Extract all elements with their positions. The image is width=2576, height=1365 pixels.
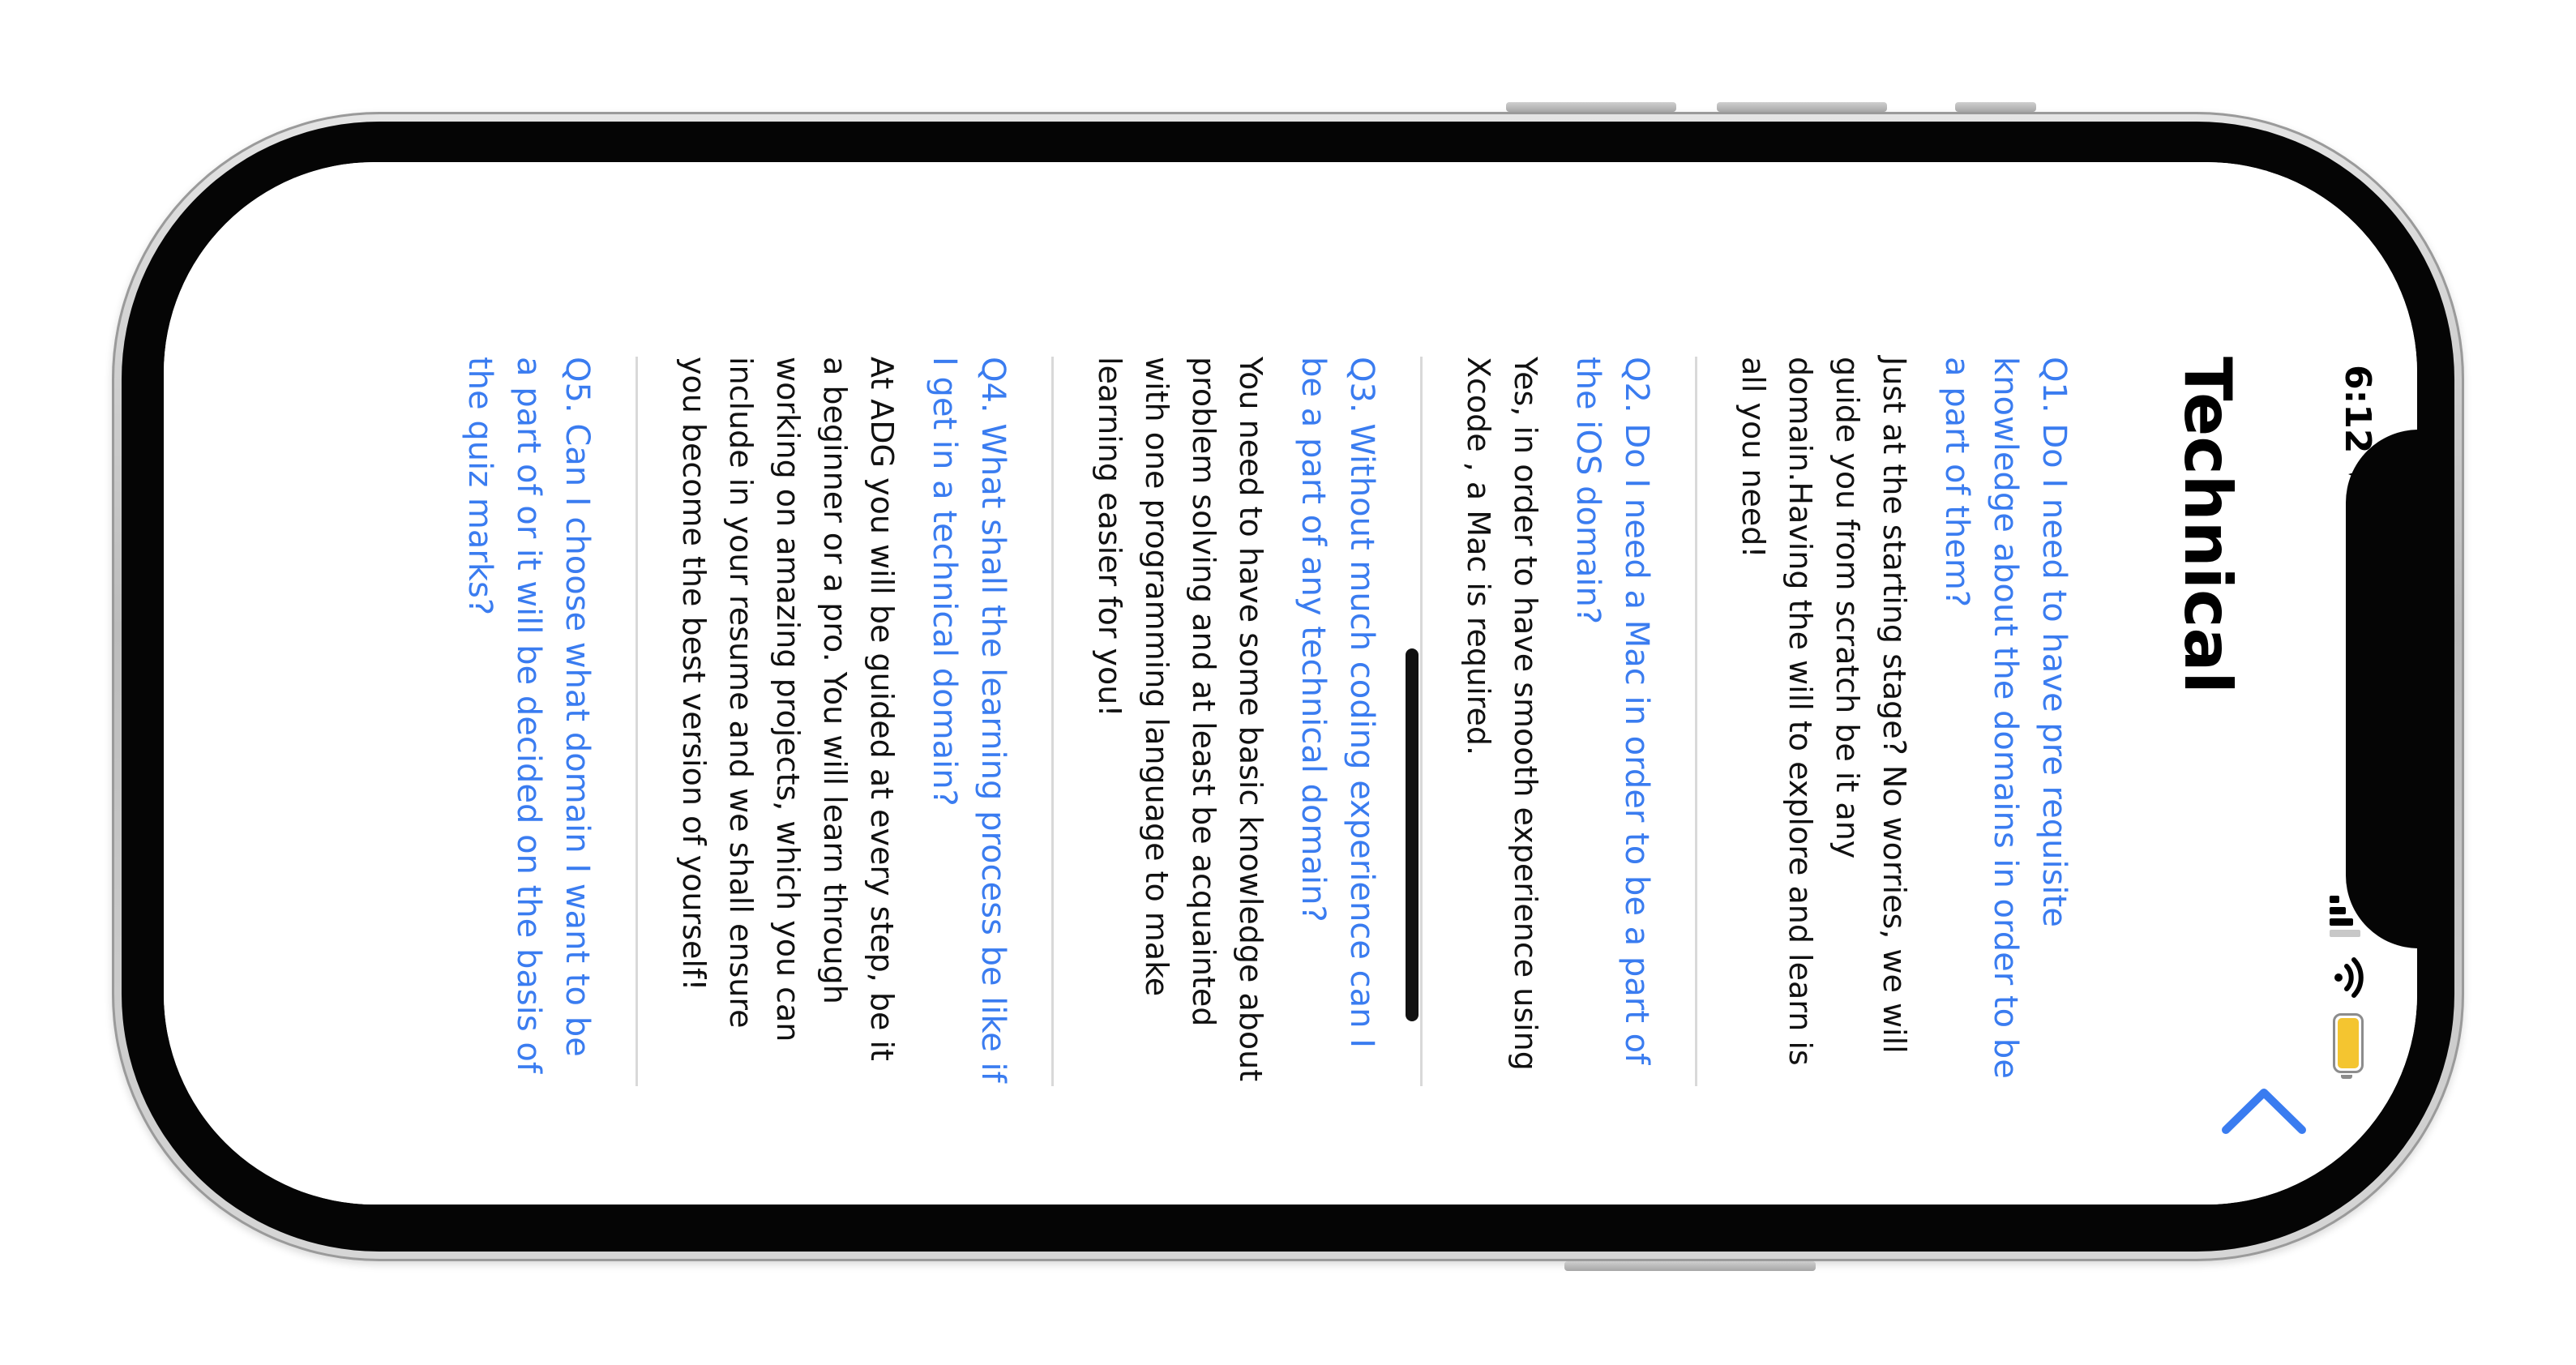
app-ui: 6:12 Technical Q1. Do I need to have pre… xyxy=(164,162,2417,1205)
home-indicator[interactable] xyxy=(1406,648,1419,1021)
status-time: 6:12 xyxy=(2337,365,2378,454)
faq-answer: You need to have some basic knowledge ab… xyxy=(1092,357,1269,1082)
faq-item: Q5. Can I choose what domain I want to b… xyxy=(409,357,601,1086)
camera-notch xyxy=(2346,430,2417,948)
faq-question: Q1. Do I need to have pre requisite know… xyxy=(1938,357,2073,1079)
chevron-left-icon xyxy=(2222,1089,2306,1134)
battery-nub xyxy=(2341,1075,2352,1079)
faq-answer: Just at the starting stage? No worries, … xyxy=(1735,357,1912,1066)
mute-switch xyxy=(1955,102,2036,112)
page-title: Technical xyxy=(2170,357,2245,694)
faq-question: Q2. Do I need a Mac in order to be a par… xyxy=(1569,357,1655,1065)
faq-question: Q4. What shall the learning process be l… xyxy=(926,357,1012,1083)
volume-up-button xyxy=(1506,102,1676,112)
faq-answer: At ADG you will be guided at every step,… xyxy=(676,357,900,1061)
side-button xyxy=(1564,1261,1816,1271)
wifi-icon xyxy=(2327,956,2365,999)
faq-item: Q1. Do I need to have pre requisite know… xyxy=(1695,357,2078,1086)
battery-icon xyxy=(2333,1013,2364,1079)
faq-list: Q1. Do I need to have pre requisite know… xyxy=(374,357,2078,1086)
back-button[interactable] xyxy=(2203,1067,2325,1156)
faq-item: Q3. Without much coding experience can I… xyxy=(1051,357,1386,1086)
device-mockup: 6:12 Technical Q1. Do I need to have pre… xyxy=(0,0,2576,1365)
faq-item: Q2. Do I need a Mac in order to be a par… xyxy=(1420,357,1661,1086)
phone-screen: 6:12 Technical Q1. Do I need to have pre… xyxy=(164,162,2417,1205)
faq-answer: Yes, in order to have smooth experience … xyxy=(1461,357,1543,1071)
battery-level xyxy=(2338,1018,2359,1068)
faq-question: Q5. Can I choose what domain I want to b… xyxy=(461,357,596,1073)
faq-item: Q4. What shall the learning process be l… xyxy=(635,357,1017,1086)
volume-down-button xyxy=(1717,102,1887,112)
faq-question: Q3. Without much coding experience can I… xyxy=(1294,357,1380,1048)
